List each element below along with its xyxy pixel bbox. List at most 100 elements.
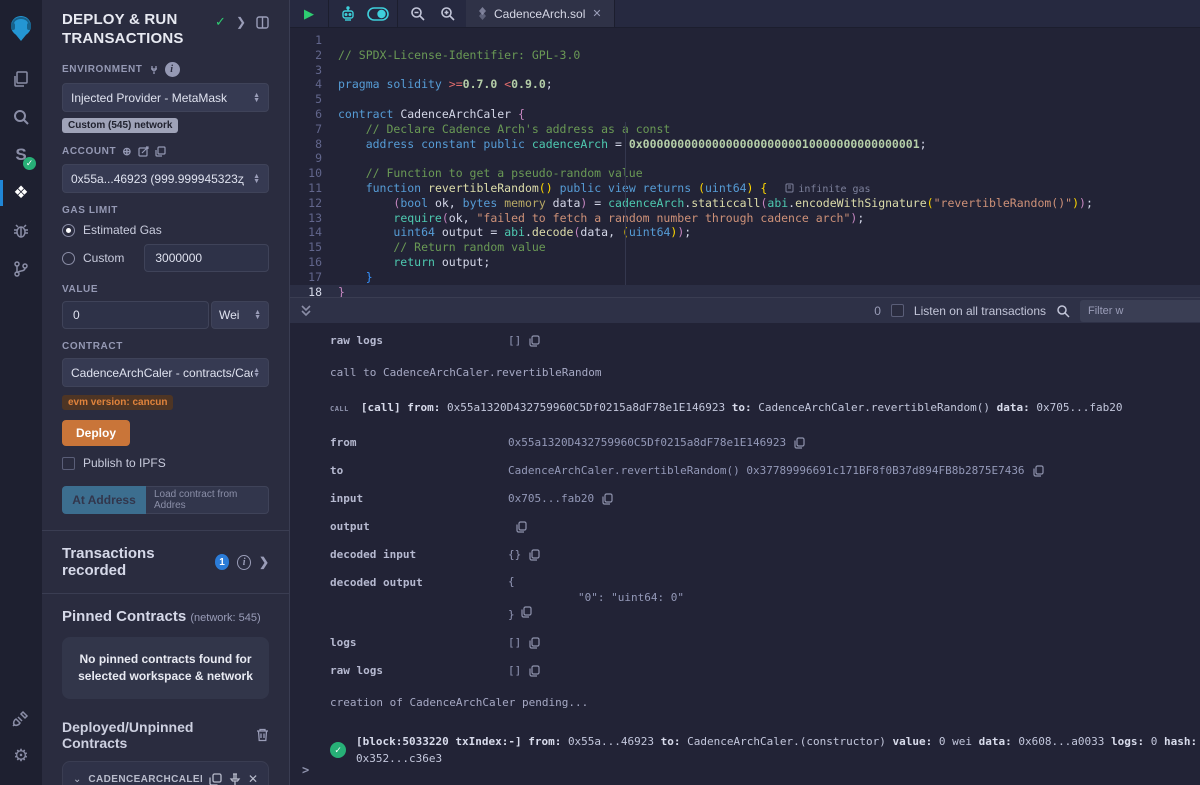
environment-info-icon[interactable]: i [165, 62, 180, 77]
infinite-gas-annotation: infinite gas [785, 184, 870, 195]
panel-forward-icon[interactable]: ❯ [236, 15, 246, 29]
line-number: 4 [290, 77, 338, 92]
solidity-compiler-icon[interactable]: S ✓ [0, 136, 42, 174]
value-unit-select[interactable]: Wei ▲▼ [211, 301, 269, 329]
copy-icon[interactable] [794, 437, 805, 449]
copy-account-icon[interactable] [155, 146, 166, 157]
copy-icon[interactable] [529, 637, 540, 649]
compile-success-badge: ✓ [23, 157, 36, 170]
custom-gas-radio[interactable]: Custom 3000000 [62, 244, 269, 272]
terminal-row-value: CadenceArchCaler.revertibleRandom() 0x37… [508, 462, 1044, 479]
pin-icon[interactable] [229, 773, 241, 785]
terminal-block-row[interactable]: ✓[block:5033220 txIndex:-] from: 0x55a..… [330, 733, 1200, 767]
line-number: 12 [290, 196, 338, 211]
expand-terminal-chevrons-icon[interactable] [300, 304, 312, 318]
listen-all-checkbox[interactable] [891, 304, 904, 317]
copy-address-icon[interactable] [209, 773, 222, 785]
contract-select[interactable]: CadenceArchCaler - contracts/Cac ▲▼ [62, 358, 269, 387]
terminal-kv-row: output [330, 518, 1200, 535]
publish-ipfs-row[interactable]: Publish to IPFS [62, 456, 269, 470]
custom-gas-input[interactable]: 3000000 [144, 244, 269, 272]
plug-small-icon[interactable] [149, 65, 159, 75]
line-number: 18 [290, 285, 338, 297]
copy-icon[interactable] [521, 606, 532, 618]
call-tag: call [330, 401, 349, 418]
line-number: 7 [290, 122, 338, 137]
terminal-kv-row: toCadenceArchCaler.revertibleRandom() 0x… [330, 462, 1200, 479]
deploy-run-icon[interactable]: ❖ [0, 174, 42, 212]
terminal-rows: raw logs[]call to CadenceArchCaler.rever… [330, 332, 1200, 767]
remix-logo-icon[interactable] [0, 6, 42, 52]
deploy-run-panel: DEPLOY & RUN TRANSACTIONS ✓ ❯ ENVIRONMEN… [42, 0, 290, 785]
code-line: 18} [290, 285, 1200, 297]
at-address-button[interactable]: At Address [62, 486, 146, 514]
close-tab-icon[interactable]: ✕ [592, 7, 601, 20]
copy-icon[interactable] [602, 493, 613, 505]
estimated-gas-radio[interactable]: Estimated Gas [62, 223, 269, 237]
copy-icon[interactable] [516, 521, 527, 533]
environment-select[interactable]: Injected Provider - MetaMask ▲▼ [62, 83, 269, 112]
copilot-toggle-icon[interactable] [365, 7, 391, 21]
clear-contracts-trash-icon[interactable] [256, 728, 269, 742]
plugin-manager-icon[interactable] [0, 699, 42, 737]
terminal-call-row[interactable]: call[call] from: 0x55a1320D432759960C5Df… [330, 399, 1200, 418]
copy-icon[interactable] [529, 549, 540, 561]
deploy-button[interactable]: Deploy [62, 420, 130, 446]
publish-ipfs-checkbox[interactable] [62, 457, 75, 470]
collapse-chevron-icon[interactable]: ⌄ [73, 774, 81, 785]
pinned-contracts-title: Pinned Contracts (network: 545) [62, 594, 269, 625]
terminal-prompt[interactable]: > [302, 763, 309, 777]
transactions-recorded-row[interactable]: Transactions recorded 1 i ❯ [62, 531, 269, 593]
code-line: 4pragma solidity >=0.7.0 <0.9.0; [290, 77, 1200, 92]
ai-assistant-robot-icon[interactable] [335, 6, 361, 22]
run-script-play-icon[interactable]: ▶ [296, 6, 322, 22]
zoom-in-icon[interactable] [434, 6, 460, 21]
copy-icon[interactable] [529, 665, 540, 677]
copy-icon[interactable] [529, 335, 540, 347]
terminal-text-row: creation of CadenceArchCaler pending... [330, 695, 1200, 711]
line-number: 9 [290, 151, 338, 166]
value-input[interactable]: 0 [62, 301, 209, 329]
code-line: 13 require(ok, "failed to fetch a random… [290, 211, 1200, 226]
code-line: 16 return output; [290, 255, 1200, 270]
settings-gear-icon[interactable]: ⚙ [0, 737, 42, 775]
sign-message-icon[interactable] [138, 146, 149, 157]
code-lines: 12// SPDX-License-Identifier: GPL-3.034p… [290, 33, 1200, 297]
tx-count-badge: 1 [215, 554, 229, 570]
git-icon[interactable] [0, 250, 42, 288]
main-area: ▶ Cad [290, 0, 1200, 785]
line-number: 5 [290, 92, 338, 107]
terminal-header: 0 Listen on all transactions Filter w [290, 297, 1200, 323]
search-icon[interactable] [0, 98, 42, 136]
debugger-icon[interactable] [0, 212, 42, 250]
at-address-input[interactable]: Load contract from Addres [146, 486, 269, 514]
line-number: 3 [290, 63, 338, 78]
code-editor[interactable]: 12// SPDX-License-Identifier: GPL-3.034p… [290, 28, 1200, 297]
account-select[interactable]: 0x55a...46923 (999.999945323ʐ ▲▼ [62, 164, 269, 193]
terminal-row-label: input [330, 490, 508, 507]
gas-limit-label: GAS LIMIT [62, 205, 269, 216]
tx-info-icon[interactable]: i [237, 555, 251, 570]
add-account-icon[interactable]: ⊕ [122, 145, 132, 158]
success-check-icon: ✓ [330, 742, 346, 758]
code-line: 1 [290, 33, 1200, 48]
terminal-filter-input[interactable]: Filter w [1080, 300, 1200, 322]
tab-cadencearch-sol[interactable]: CadenceArch.sol ✕ [466, 0, 615, 27]
split-view-icon[interactable] [256, 16, 269, 29]
terminal-search-icon[interactable] [1056, 304, 1070, 318]
chevron-right-icon[interactable]: ❯ [259, 555, 269, 569]
solidity-file-icon [478, 7, 487, 20]
terminal: 0 Listen on all transactions Filter w ra… [290, 297, 1200, 785]
copy-icon[interactable] [1033, 465, 1044, 477]
line-number: 14 [290, 225, 338, 240]
contract-instance-title[interactable]: CADENCEARCHCALER AT 0) [88, 774, 202, 785]
code-line: 5 [290, 92, 1200, 107]
terminal-row-label: decoded input [330, 546, 508, 563]
line-number: 13 [290, 211, 338, 226]
remove-instance-icon[interactable]: ✕ [248, 772, 258, 785]
file-explorer-icon[interactable] [0, 60, 42, 98]
code-line: 10 // Function to get a pseudo-random va… [290, 166, 1200, 181]
zoom-out-icon[interactable] [404, 6, 430, 21]
terminal-row-label: output [330, 518, 508, 535]
terminal-row-value: [] [508, 662, 540, 679]
